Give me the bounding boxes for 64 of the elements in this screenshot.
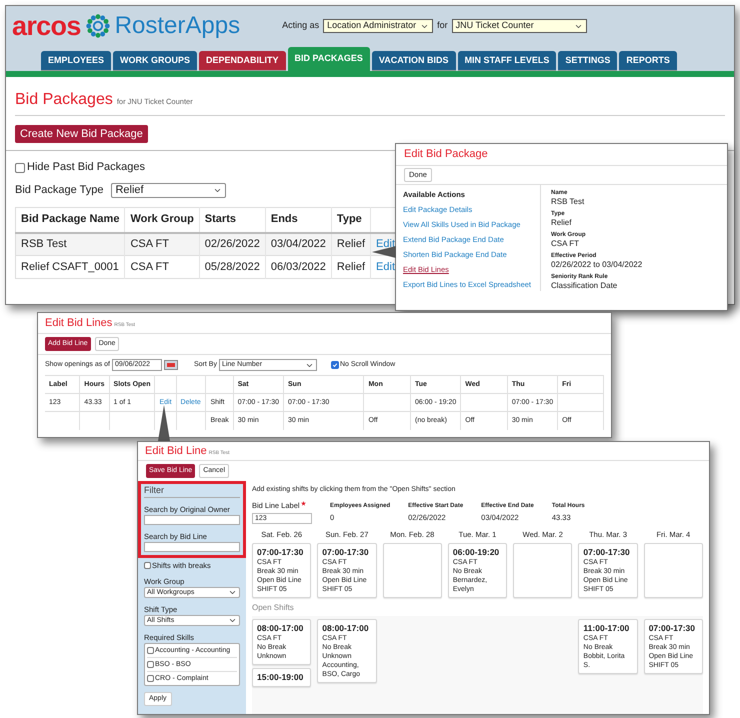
- shift-time: 11:00-17:00: [583, 623, 630, 634]
- column-header: Bid Package Name: [16, 208, 125, 232]
- caret-icon: [228, 616, 237, 625]
- location-select[interactable]: JNU Ticket Counter: [452, 19, 587, 33]
- column-header: Starts: [199, 208, 266, 232]
- shift-time: 07:00-17:30: [257, 547, 304, 558]
- table-cell: 05/28/2022: [199, 256, 266, 278]
- detail-value: Relief: [551, 218, 572, 228]
- nav-tab[interactable]: EMPLOYEES: [41, 51, 112, 71]
- dialog-title: Edit Bid Line: [145, 445, 207, 458]
- shift-time: 07:00-17:30: [322, 547, 370, 558]
- checkbox[interactable]: [144, 562, 151, 569]
- checkbox[interactable]: [330, 361, 339, 369]
- open-shifts-heading: Open Shifts: [252, 603, 295, 613]
- nav-tab[interactable]: VACATION BIDS: [372, 51, 456, 71]
- checkbox[interactable]: [15, 162, 25, 172]
- shift-time: 15:00-19:00: [257, 672, 304, 683]
- brand-logo-text: arcos: [12, 12, 81, 40]
- table-cell: CSA FT: [124, 256, 200, 278]
- column-header: Work Group: [124, 208, 200, 232]
- nav-tab[interactable]: SETTINGS: [558, 51, 618, 71]
- detail-value: Classification Date: [551, 281, 618, 291]
- checkbox[interactable]: [147, 647, 154, 654]
- shift-time: 07:00-17:30: [648, 623, 696, 634]
- dialog-title: Edit Bid Lines: [45, 317, 112, 330]
- nav-tab[interactable]: REPORTS: [619, 51, 677, 71]
- shift-time: 08:00-17:00: [322, 623, 370, 634]
- bid-package-type-select[interactable]: Relief: [111, 183, 226, 198]
- caret-icon: [228, 588, 237, 597]
- nav-tab[interactable]: BID PACKAGES: [288, 47, 370, 71]
- detail-value: CSA FT: [551, 239, 580, 249]
- for-label: for: [437, 19, 448, 32]
- table-cell: Relief CSAFT_0001: [16, 256, 125, 278]
- checkbox[interactable]: [147, 675, 154, 682]
- hide-past-label: Hide Past Bid Packages: [27, 161, 146, 174]
- bid-package-type-label: Bid Package Type: [15, 184, 104, 197]
- shift-time: 08:00-17:00: [257, 623, 304, 634]
- table-cell: 06/03/2022: [265, 256, 332, 278]
- bid-line-search-field[interactable]: [144, 542, 240, 552]
- column-header: Type: [331, 208, 371, 232]
- table-cell: Relief: [331, 256, 371, 278]
- logo-ring-icon: [84, 13, 111, 39]
- nav-tab[interactable]: DEPENDABILITY: [199, 51, 286, 71]
- caret-icon: [213, 186, 222, 195]
- calendar-icon: [164, 360, 178, 370]
- detail-value: RSB Test: [551, 197, 586, 207]
- checkbox[interactable]: [147, 661, 154, 668]
- detail-value: 02/26/2022 to 03/04/2022: [551, 260, 642, 270]
- shift-card[interactable]: 15:00-19:00: [252, 668, 312, 687]
- nav-tab[interactable]: WORK GROUPS: [113, 51, 198, 71]
- page-title: Bid Packages: [15, 91, 113, 109]
- create-bid-package-button[interactable]: Create New Bid Package: [15, 125, 148, 143]
- original-owner-field[interactable]: [144, 515, 240, 525]
- shift-time: 06:00-19:20: [452, 547, 500, 558]
- callout-pointer: [158, 405, 170, 441]
- product-logo-text: RosterApps: [114, 14, 240, 38]
- acting-as-label: Acting as: [282, 19, 320, 32]
- dialog-title: Edit Bid Package: [404, 148, 488, 160]
- role-select[interactable]: Location Administrator: [323, 19, 434, 33]
- callout-pointer: [372, 246, 396, 258]
- column-header: Ends: [265, 208, 332, 232]
- filter-title: Filter: [144, 484, 240, 498]
- shift-time: 07:00-17:30: [583, 547, 631, 558]
- nav-tab[interactable]: MIN STAFF LEVELS: [458, 51, 556, 71]
